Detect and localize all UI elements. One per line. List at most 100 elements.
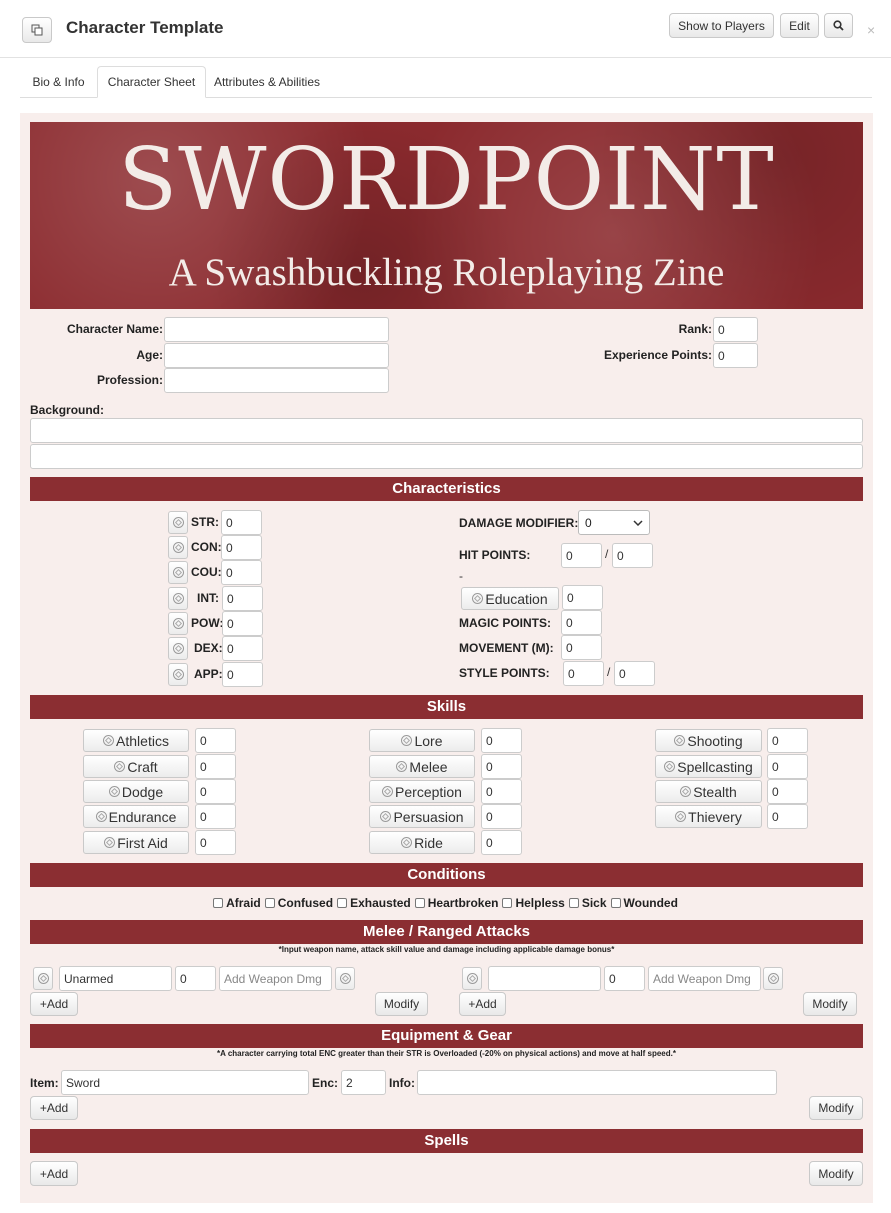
condition-helpless[interactable]: Helpless <box>502 896 565 910</box>
str-input[interactable]: 0 <box>221 510 262 535</box>
attack-add-button-2[interactable]: +Add <box>459 992 506 1016</box>
skill-endurance-button[interactable]: Endurance <box>83 805 189 828</box>
attack-modify-button[interactable]: Modify <box>375 992 428 1016</box>
condition-wounded[interactable]: Wounded <box>610 896 678 910</box>
skill-craft-button[interactable]: Craft <box>83 755 189 778</box>
magic-points-input[interactable]: 0 <box>561 610 602 635</box>
pow-input[interactable]: 0 <box>222 611 263 636</box>
cou-input[interactable]: 0 <box>221 560 262 585</box>
skill-shooting-button[interactable]: Shooting <box>655 729 762 752</box>
skill-first-aid-input[interactable]: 0 <box>195 830 236 855</box>
close-icon[interactable]: × <box>867 22 875 38</box>
attack-modify-button-2[interactable]: Modify <box>803 992 857 1016</box>
attack-skill-input[interactable]: 0 <box>175 966 216 991</box>
roll-app-button[interactable] <box>168 663 188 686</box>
skill-dodge-input[interactable]: 0 <box>195 779 236 804</box>
skill-stealth-input[interactable]: 0 <box>767 779 808 804</box>
education-input[interactable]: 0 <box>562 585 603 610</box>
popout-button[interactable] <box>22 17 52 43</box>
checkbox[interactable] <box>414 898 425 908</box>
spells-add-button[interactable]: +Add <box>30 1161 78 1186</box>
tab-character-sheet[interactable]: Character Sheet <box>97 66 206 98</box>
style-points-max-input[interactable]: 0 <box>614 661 655 686</box>
equipment-modify-button[interactable]: Modify <box>809 1096 863 1120</box>
checkbox[interactable] <box>213 898 224 908</box>
hit-points-max-input[interactable]: 0 <box>612 543 653 568</box>
age-input[interactable] <box>164 343 389 368</box>
equipment-add-button[interactable]: +Add <box>30 1096 78 1120</box>
attack-roll-button[interactable] <box>33 967 53 990</box>
int-input[interactable]: 0 <box>222 586 263 611</box>
roll-int-button[interactable] <box>168 587 188 610</box>
roll-dex-button[interactable] <box>168 637 188 660</box>
app-input[interactable]: 0 <box>222 662 263 687</box>
edit-button[interactable]: Edit <box>780 13 819 38</box>
attack-skill-input-2[interactable]: 0 <box>604 966 645 991</box>
attack-name-input[interactable]: Unarmed <box>59 966 172 991</box>
checkbox[interactable] <box>337 898 348 908</box>
attack-add-button[interactable]: +Add <box>30 992 78 1016</box>
skill-craft-input[interactable]: 0 <box>195 754 236 779</box>
skill-stealth-button[interactable]: Stealth <box>655 780 762 803</box>
skill-persuasion-button[interactable]: Persuasion <box>369 805 475 828</box>
checkbox[interactable] <box>610 898 621 908</box>
skill-shooting-input[interactable]: 0 <box>767 728 808 753</box>
roll-con-button[interactable] <box>168 536 188 559</box>
damage-roll-button-2[interactable] <box>763 967 783 990</box>
con-input[interactable]: 0 <box>221 535 262 560</box>
profession-input[interactable] <box>164 368 389 393</box>
roll-pow-button[interactable] <box>168 612 188 635</box>
experience-points-input[interactable]: 0 <box>713 343 758 368</box>
skill-athletics-button[interactable]: Athletics <box>83 729 189 752</box>
search-button[interactable] <box>824 13 853 38</box>
skill-ride-button[interactable]: Ride <box>369 831 475 854</box>
skill-persuasion-input[interactable]: 0 <box>481 804 522 829</box>
skill-endurance-input[interactable]: 0 <box>195 804 236 829</box>
roll-cou-button[interactable] <box>168 561 188 584</box>
show-to-players-button[interactable]: Show to Players <box>669 13 774 38</box>
skill-dodge-button[interactable]: Dodge <box>83 780 189 803</box>
condition-afraid[interactable]: Afraid <box>213 896 261 910</box>
background-input-1[interactable] <box>30 418 863 443</box>
skill-melee-button[interactable]: Melee <box>369 755 475 778</box>
style-points-current-input[interactable]: 0 <box>563 661 604 686</box>
condition-heartbroken[interactable]: Heartbroken <box>414 896 498 910</box>
attack-damage-input[interactable]: Add Weapon Dmg <box>219 966 332 991</box>
skill-spellcasting-button[interactable]: Spellcasting <box>655 755 762 778</box>
rank-input[interactable]: 0 <box>713 317 758 342</box>
info-input[interactable] <box>417 1070 777 1095</box>
checkbox[interactable] <box>502 898 513 908</box>
skill-spellcasting-input[interactable]: 0 <box>767 754 808 779</box>
checkbox[interactable] <box>264 898 275 908</box>
education-roll-button[interactable]: Education <box>461 587 559 610</box>
dex-input[interactable]: 0 <box>222 636 263 661</box>
roll-str-button[interactable] <box>168 511 188 534</box>
attack-damage-input-2[interactable]: Add Weapon Dmg <box>648 966 761 991</box>
hit-points-current-input[interactable]: 0 <box>561 543 602 568</box>
skill-thievery-button[interactable]: Thievery <box>655 805 762 828</box>
background-input-2[interactable] <box>30 444 863 469</box>
skill-ride-input[interactable]: 0 <box>481 830 522 855</box>
attack-roll-button-2[interactable] <box>462 967 482 990</box>
tab-attributes-abilities[interactable]: Attributes & Abilities <box>210 66 324 97</box>
skill-athletics-input[interactable]: 0 <box>195 728 236 753</box>
character-name-input[interactable] <box>164 317 389 342</box>
condition-confused[interactable]: Confused <box>264 896 333 910</box>
skill-perception-button[interactable]: Perception <box>369 780 475 803</box>
damage-roll-button[interactable] <box>335 967 355 990</box>
checkbox[interactable] <box>568 898 579 908</box>
condition-sick[interactable]: Sick <box>568 896 607 910</box>
tab-bio-info[interactable]: Bio & Info <box>20 66 97 97</box>
item-input[interactable]: Sword <box>61 1070 309 1095</box>
attack-name-input-2[interactable] <box>488 966 601 991</box>
skill-perception-input[interactable]: 0 <box>481 779 522 804</box>
skill-lore-button[interactable]: Lore <box>369 729 475 752</box>
skill-first-aid-button[interactable]: First Aid <box>83 831 189 854</box>
skill-lore-input[interactable]: 0 <box>481 728 522 753</box>
movement-input[interactable]: 0 <box>561 635 602 660</box>
enc-input[interactable]: 2 <box>341 1070 386 1095</box>
skill-melee-input[interactable]: 0 <box>481 754 522 779</box>
damage-modifier-select[interactable]: 0 <box>578 510 650 535</box>
skill-thievery-input[interactable]: 0 <box>767 804 808 829</box>
condition-exhausted[interactable]: Exhausted <box>337 896 411 910</box>
